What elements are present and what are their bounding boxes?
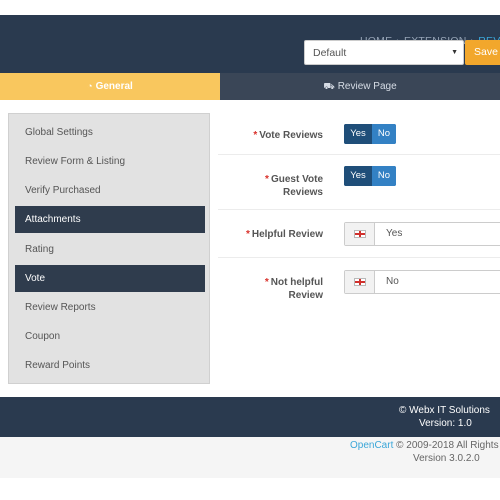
- helpful-review-label: * Helpful Review: [246, 228, 323, 241]
- helpful-review-input[interactable]: Yes: [344, 222, 500, 246]
- vote-reviews-no[interactable]: No: [372, 124, 396, 144]
- car-icon: ⛟: [323, 81, 335, 91]
- footer-copyright: © 2009-2018 All Rights R: [396, 440, 500, 451]
- vote-reviews-yes[interactable]: Yes: [344, 124, 372, 144]
- guest-vote-reviews-label: * Guest Vote Reviews: [265, 173, 323, 199]
- module-footer: © Webx IT Solutions Version: 1.0: [0, 397, 500, 437]
- required-marker: *: [245, 229, 250, 240]
- footer-company: © Webx IT Solutions: [399, 405, 490, 416]
- not-helpful-review-value: No: [386, 276, 399, 287]
- footer-copyright-line: OpenCart © 2009-2018 All Rights R: [350, 440, 500, 451]
- footer-module-version: Version: 1.0: [419, 418, 472, 429]
- form-row-not-helpful-review: * Not helpful Review No: [218, 258, 500, 308]
- settings-sidebar: Global Settings Review Form & Listing Ve…: [8, 113, 210, 384]
- vote-reviews-label: * Vote Reviews: [253, 129, 323, 142]
- not-helpful-review-label: * Not helpful Review: [265, 276, 323, 302]
- form-row-vote-reviews: * Vote Reviews Yes No: [218, 113, 500, 155]
- guest-vote-reviews-yes[interactable]: Yes: [344, 166, 372, 186]
- required-marker: *: [264, 277, 269, 288]
- not-helpful-review-label-line1: Not helpful: [270, 277, 323, 288]
- gauge-icon: ◔: [87, 81, 93, 91]
- sidebar-item-review-form-listing[interactable]: Review Form & Listing: [15, 148, 205, 175]
- not-helpful-review-label-line2: Review: [288, 290, 323, 301]
- guest-vote-reviews-no[interactable]: No: [372, 166, 396, 186]
- save-button[interactable]: Save: [465, 40, 500, 65]
- helpful-review-value: Yes: [386, 228, 403, 239]
- vote-reviews-toggle[interactable]: Yes No: [344, 124, 396, 144]
- form-row-guest-vote-reviews: * Guest Vote Reviews Yes No: [218, 155, 500, 210]
- guest-vote-reviews-label-line2: Reviews: [282, 187, 323, 198]
- page-footer: OpenCart © 2009-2018 All Rights R Versio…: [0, 437, 500, 478]
- sidebar-item-attachments[interactable]: Attachments: [15, 206, 205, 233]
- uk-flag-icon: [354, 278, 366, 286]
- uk-flag-icon: [354, 230, 366, 238]
- helpful-review-label-text: Helpful Review: [251, 229, 323, 240]
- sidebar-item-coupon[interactable]: Coupon: [15, 323, 205, 350]
- tab-general[interactable]: ◔ General: [0, 73, 220, 100]
- guest-vote-reviews-toggle[interactable]: Yes No: [344, 166, 396, 186]
- opencart-link[interactable]: OpenCart: [350, 440, 393, 451]
- guest-vote-reviews-label-line1: Guest Vote: [270, 174, 323, 185]
- required-marker: *: [265, 174, 269, 185]
- header-bar: HOME›EXTENSION›REVIEW Default ▼ Save: [0, 15, 500, 73]
- tab-bar: ◔ General ⛟ Review Page: [0, 73, 500, 100]
- caret-down-icon: ▼: [451, 49, 458, 56]
- store-select[interactable]: Default ▼: [304, 40, 464, 65]
- store-select-value: Default: [313, 47, 347, 59]
- tab-general-label: General: [95, 81, 133, 92]
- form-row-helpful-review: * Helpful Review Yes: [218, 210, 500, 258]
- footer-opencart-version: Version 3.0.2.0: [413, 453, 480, 464]
- language-flag: [345, 223, 375, 245]
- language-flag: [345, 271, 375, 293]
- sidebar-item-verify-purchased[interactable]: Verify Purchased: [15, 177, 205, 204]
- tab-review-page-label: Review Page: [337, 81, 397, 92]
- not-helpful-review-input[interactable]: No: [344, 270, 500, 294]
- page: HOME›EXTENSION›REVIEW Default ▼ Save ◔Ge…: [0, 0, 500, 500]
- required-marker: *: [253, 130, 258, 141]
- sidebar-item-review-reports[interactable]: Review Reports: [15, 294, 205, 321]
- sidebar-item-rating[interactable]: Rating: [15, 236, 205, 263]
- sidebar-item-reward-points[interactable]: Reward Points: [15, 352, 205, 379]
- sidebar-item-vote[interactable]: Vote: [15, 265, 205, 292]
- sidebar-item-global-settings[interactable]: Global Settings: [15, 119, 205, 146]
- tab-review-page[interactable]: ⛟ Review Page: [220, 73, 500, 100]
- vote-reviews-label-text: Vote Reviews: [259, 130, 323, 141]
